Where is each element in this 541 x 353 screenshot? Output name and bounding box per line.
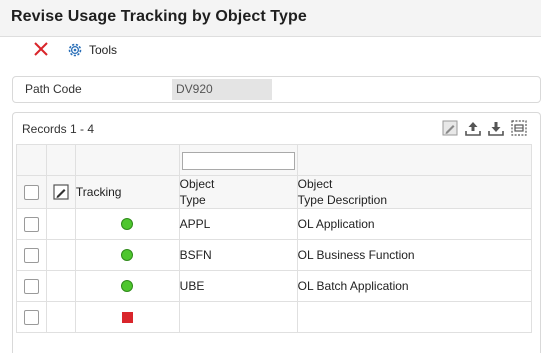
row-checkbox[interactable]	[23, 216, 39, 232]
description-cell: OL Business Function	[296, 239, 533, 271]
row-checkbox[interactable]	[23, 309, 39, 325]
data-table: Tracking Object Type Object Type Descrip…	[16, 144, 533, 333]
description-cell	[296, 301, 533, 333]
select-all-checkbox[interactable]	[23, 184, 39, 200]
records-count: Records 1 - 4	[22, 122, 95, 136]
gear-icon	[68, 43, 82, 57]
close-icon[interactable]	[32, 40, 50, 58]
object-type-cell	[178, 301, 298, 333]
object-type-filter-input[interactable]	[181, 151, 295, 170]
row-edit-icon[interactable]	[53, 184, 69, 200]
tracking-active-icon	[121, 218, 134, 230]
tools-label: Tools	[89, 43, 118, 57]
column-header-object-type-line2: Type	[179, 193, 206, 207]
tracking-active-icon	[121, 280, 134, 292]
column-header-tracking[interactable]: Tracking	[74, 175, 180, 209]
grid-toolbar	[441, 119, 528, 137]
table-row[interactable]: BSFN OL Business Function	[16, 239, 533, 271]
path-code-value: DV920	[172, 79, 272, 100]
object-type-cell: APPL	[178, 208, 298, 240]
path-code-field: Path Code DV920	[12, 76, 541, 103]
edit-icon[interactable]	[441, 119, 459, 137]
table-row[interactable]: UBE OL Batch Application	[16, 270, 533, 302]
tracking-active-icon	[121, 249, 134, 261]
download-icon[interactable]	[487, 119, 505, 137]
column-header-description-line2: Type Description	[297, 193, 388, 207]
column-header-object-type[interactable]: Object Type	[178, 175, 298, 209]
row-checkbox[interactable]	[23, 247, 39, 263]
toolbar: Tools	[0, 37, 541, 63]
grid-settings-icon[interactable]	[510, 119, 528, 137]
filter-row	[16, 144, 533, 176]
description-cell: OL Application	[296, 208, 533, 240]
object-type-cell: UBE	[178, 270, 298, 302]
row-checkbox[interactable]	[23, 278, 39, 294]
records-grid: Records 1 - 4 Tracking Object Type Objec…	[12, 112, 541, 353]
object-type-cell: BSFN	[178, 239, 298, 271]
page-title: Revise Usage Tracking by Object Type	[11, 8, 307, 25]
table-row[interactable]: APPL OL Application	[16, 208, 533, 240]
column-header-object-type-line1: Object	[179, 177, 215, 191]
header-row: Tracking Object Type Object Type Descrip…	[16, 175, 533, 209]
tools-button[interactable]: Tools	[66, 40, 117, 60]
column-header-object-type-description[interactable]: Object Type Description	[296, 175, 533, 209]
path-code-label: Path Code	[25, 82, 82, 96]
column-header-description-line1: Object	[297, 177, 333, 191]
description-cell: OL Batch Application	[296, 270, 533, 302]
table-row[interactable]	[16, 301, 533, 333]
tracking-inactive-icon	[121, 311, 133, 323]
title-bar: Revise Usage Tracking by Object Type	[0, 0, 541, 37]
export-icon[interactable]	[464, 119, 482, 137]
